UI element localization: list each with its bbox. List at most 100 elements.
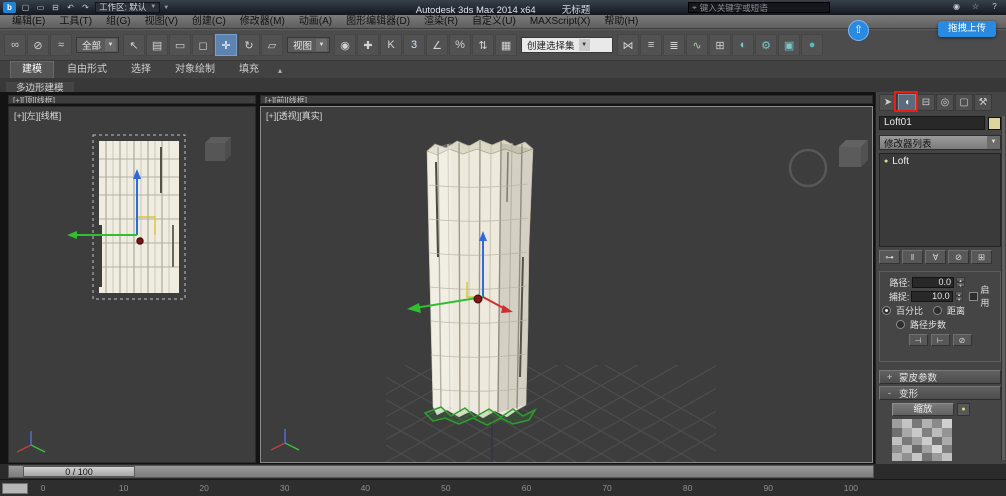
perspective-viewport-label[interactable]: [+][透视][真实] — [266, 109, 322, 122]
left-viewport[interactable]: [+][左][线框] — [8, 106, 256, 463]
menu-rendering[interactable]: 渲染(R) — [417, 15, 465, 28]
selection-filter-combo[interactable]: 全部 ▼ — [76, 37, 119, 53]
perspective-viewport[interactable]: [+][透视][真实] — [260, 106, 873, 463]
quick-access-overflow-icon[interactable]: ▼ — [163, 5, 169, 11]
material-editor-icon[interactable]: ◐ — [732, 34, 754, 56]
select-by-name-icon[interactable]: ▤ — [146, 34, 168, 56]
next-shape-icon[interactable]: ⊢ — [931, 334, 950, 346]
left-viewport-label[interactable]: [+][左][线框] — [14, 109, 61, 122]
snap-value-field[interactable]: 10.0 — [911, 291, 952, 302]
reference-coordinate-combo[interactable]: 视图 ▼ — [287, 37, 330, 53]
menu-tools[interactable]: 工具(T) — [52, 15, 99, 28]
motion-tab-icon[interactable]: ◎ — [936, 94, 954, 111]
deformations-rollout[interactable]: - 变形 — [879, 386, 1001, 400]
menu-animation[interactable]: 动画(A) — [292, 15, 339, 28]
menu-maxscript[interactable]: MAXScript(X) — [523, 15, 598, 28]
select-and-move-icon[interactable]: ✛ — [215, 34, 237, 56]
3dsmax-logo-icon[interactable]: b — [3, 2, 16, 13]
select-and-manipulate-icon[interactable]: ✚ — [357, 34, 379, 56]
window-crossing-icon[interactable]: ◻ — [192, 34, 214, 56]
select-object-icon[interactable]: ↖ — [123, 34, 145, 56]
hierarchy-tab-icon[interactable]: ⊟ — [917, 94, 935, 111]
remove-modifier-icon[interactable]: ⊘ — [948, 250, 969, 264]
save-file-icon[interactable]: ⊟ — [49, 2, 62, 13]
favorites-icon[interactable]: ☆ — [969, 1, 982, 12]
selection-region-icon[interactable]: ▭ — [169, 34, 191, 56]
percent-radio[interactable] — [882, 306, 891, 315]
configure-modifier-sets-icon[interactable]: ⊞ — [971, 250, 992, 264]
unlink-selection-icon[interactable]: ⊘ — [27, 34, 49, 56]
help-icon[interactable]: ? — [988, 1, 1001, 12]
select-and-scale-icon[interactable]: ▱ — [261, 34, 283, 56]
viewport-front-collapsed[interactable]: [+][前][线框] — [260, 95, 873, 104]
search-input[interactable]: ⌖ 键入关键字或短语 — [688, 2, 830, 13]
redo-icon[interactable]: ↷ — [79, 2, 92, 13]
signin-icon[interactable]: ◉ — [950, 1, 963, 12]
ribbon-tab-freeform[interactable]: 自由形式 — [56, 62, 118, 78]
enable-checkbox[interactable] — [969, 292, 978, 301]
stack-item-loft[interactable]: ●Loft — [880, 154, 1000, 169]
curve-editor-icon[interactable]: ∿ — [686, 34, 708, 56]
utilities-tab-icon[interactable]: ⚒ — [974, 94, 992, 111]
align-icon[interactable]: ≡ — [640, 34, 662, 56]
make-unique-icon[interactable]: ∀ — [925, 250, 946, 264]
snap-spinner[interactable]: ▲▼ — [955, 291, 964, 301]
snaps-toggle-icon[interactable]: 3 — [403, 34, 425, 56]
ribbon-tab-populate[interactable]: 填充 — [228, 62, 270, 78]
layer-manager-icon[interactable]: ≣ — [663, 34, 685, 56]
modifier-stack-list[interactable]: ●Loft — [879, 153, 1001, 247]
open-file-icon[interactable]: ▭ — [34, 2, 47, 13]
upload-overlay-button[interactable]: 拖拽上传 — [938, 21, 996, 37]
skin-parameters-rollout[interactable]: + 蒙皮参数 — [879, 370, 1001, 384]
scale-deformation-button[interactable]: 缩放 — [892, 403, 954, 416]
edit-named-selection-sets-icon[interactable]: ▦ — [495, 34, 517, 56]
track-bar[interactable]: 0102030405060708090100 — [0, 479, 1006, 496]
scale-enable-toggle[interactable]: ● — [957, 403, 970, 416]
workspace-selector[interactable]: 工作区: 默认 ▼ — [95, 2, 160, 13]
show-end-result-icon[interactable]: ‖ — [902, 250, 923, 264]
ribbon-tab-selection[interactable]: 选择 — [120, 62, 162, 78]
rendered-frame-window-icon[interactable]: ▣ — [778, 34, 800, 56]
ribbon-tab-object-paint[interactable]: 对象绘制 — [164, 62, 226, 78]
object-name-field[interactable]: Loft01 — [879, 116, 985, 130]
distance-radio[interactable] — [933, 306, 942, 315]
path-steps-radio[interactable] — [896, 320, 905, 329]
menu-views[interactable]: 视图(V) — [138, 15, 185, 28]
prev-shape-icon[interactable]: ⊣ — [909, 334, 928, 346]
menu-graph-editors[interactable]: 图形编辑器(D) — [339, 15, 417, 28]
undo-icon[interactable]: ↶ — [64, 2, 77, 13]
ribbon-collapse-button[interactable]: ▴ — [272, 63, 288, 78]
bind-to-space-warp-icon[interactable]: ≈ — [50, 34, 72, 56]
select-and-link-icon[interactable]: ∞ — [4, 34, 26, 56]
ribbon-tab-modeling[interactable]: 建模 — [10, 61, 54, 78]
display-tab-icon[interactable]: ▢ — [955, 94, 973, 111]
percent-snap-icon[interactable]: % — [449, 34, 471, 56]
menu-modifiers[interactable]: 修改器(M) — [233, 15, 292, 28]
object-color-swatch[interactable] — [988, 117, 1001, 130]
named-selection-sets-combo[interactable]: 创建选择集 ▼ — [521, 37, 613, 53]
time-slider-track[interactable]: 0 / 100 — [8, 465, 874, 478]
trackbar-corner-box[interactable] — [2, 483, 28, 494]
use-pivot-center-icon[interactable]: ◉ — [334, 34, 356, 56]
menu-create[interactable]: 创建(C) — [185, 15, 233, 28]
new-file-icon[interactable]: ▢ — [19, 2, 32, 13]
panel-scrollbar[interactable] — [1001, 116, 1005, 460]
menu-edit[interactable]: 编辑(E) — [5, 15, 52, 28]
time-slider-handle[interactable]: 0 / 100 — [23, 466, 135, 477]
schematic-view-icon[interactable]: ⊞ — [709, 34, 731, 56]
keyboard-override-icon[interactable]: K — [380, 34, 402, 56]
viewport-top-collapsed[interactable]: [+][顶][线框] — [8, 95, 256, 104]
path-value-field[interactable]: 0.0 — [912, 277, 954, 288]
angle-snap-icon[interactable]: ∠ — [426, 34, 448, 56]
upload-overlay-icon[interactable]: ⇧ — [848, 20, 869, 41]
modifier-list-dropdown[interactable]: 修改器列表 ▼ — [879, 135, 1001, 150]
select-and-rotate-icon[interactable]: ↻ — [238, 34, 260, 56]
menu-help[interactable]: 帮助(H) — [597, 15, 645, 28]
menu-customize[interactable]: 自定义(U) — [465, 15, 523, 28]
path-spinner[interactable]: ▲▼ — [956, 277, 965, 287]
spinner-snap-icon[interactable]: ⇅ — [472, 34, 494, 56]
render-production-icon[interactable]: ● — [801, 34, 823, 56]
pin-stack-icon[interactable]: ⊶ — [879, 250, 900, 264]
render-setup-icon[interactable]: ⚙ — [755, 34, 777, 56]
mirror-icon[interactable]: ⋈ — [617, 34, 639, 56]
